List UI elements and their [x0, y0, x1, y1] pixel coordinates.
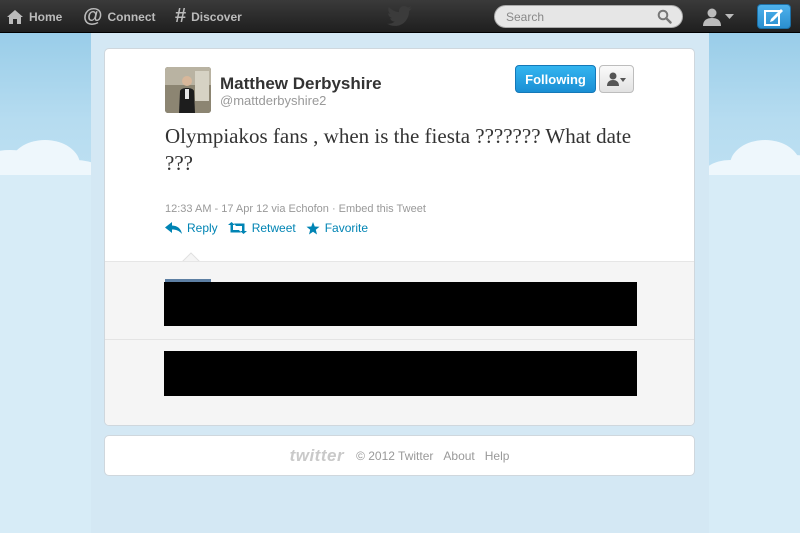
user-actions-button[interactable] — [599, 65, 634, 93]
hash-icon: # — [175, 5, 187, 27]
home-icon — [6, 9, 24, 25]
redaction-bar — [164, 282, 637, 326]
help-link[interactable]: Help — [485, 449, 510, 463]
reply-button[interactable]: Reply — [165, 221, 218, 235]
footer: twitter © 2012 Twitter About Help — [104, 435, 695, 476]
nav-home-label: Home — [29, 9, 63, 24]
tweet-text: Olympiakos fans , when is the fiesta ???… — [165, 124, 632, 175]
redaction-bar — [164, 351, 637, 396]
retweet-button[interactable]: Retweet — [227, 221, 296, 235]
search-box[interactable] — [494, 5, 683, 28]
reply-item[interactable] — [105, 262, 694, 340]
nav-connect-label: Connect — [107, 9, 156, 24]
nav-home[interactable]: Home — [6, 0, 62, 33]
compose-icon — [764, 8, 783, 26]
user-actions-icon — [606, 72, 626, 86]
at-icon: @ — [83, 5, 103, 27]
tweet-card: Matthew Derbyshire @mattderbyshire2 Foll… — [104, 48, 695, 426]
search-icon[interactable] — [657, 9, 672, 24]
about-link[interactable]: About — [443, 449, 474, 463]
reply-label: Reply — [187, 221, 218, 235]
author-handle[interactable]: @mattderbyshire2 — [220, 93, 326, 108]
favorite-button[interactable]: Favorite — [306, 221, 368, 235]
search-input[interactable] — [506, 9, 656, 24]
retweet-label: Retweet — [251, 221, 296, 235]
nav-connect[interactable]: @ Connect — [83, 0, 156, 33]
user-dropdown[interactable] — [702, 7, 734, 27]
user-icon — [703, 8, 721, 26]
twitter-bird-icon[interactable] — [387, 6, 413, 26]
compose-tweet-button[interactable] — [757, 4, 791, 29]
nav-discover-label: Discover — [191, 9, 242, 24]
avatar[interactable] — [165, 67, 211, 113]
reply-item[interactable] — [105, 340, 694, 425]
replies-section — [105, 261, 694, 425]
copyright-text: © 2012 Twitter — [356, 448, 434, 463]
global-nav-bar: Home @ Connect # Discover — [0, 0, 800, 33]
nav-discover[interactable]: # Discover — [175, 0, 242, 33]
twitter-logo: twitter — [289, 445, 345, 465]
favorite-label: Favorite — [324, 221, 369, 235]
tweet-meta[interactable]: 12:33 AM - 17 Apr 12 via Echofon · Embed… — [165, 203, 426, 215]
star-icon — [306, 221, 320, 234]
reply-icon — [165, 222, 182, 234]
author-name[interactable]: Matthew Derbyshire — [220, 74, 382, 94]
tweet-actions: Reply Retweet Favorite — [165, 221, 378, 235]
chevron-down-icon — [725, 14, 734, 19]
retweet-icon — [227, 222, 247, 234]
following-button[interactable]: Following — [515, 65, 596, 93]
